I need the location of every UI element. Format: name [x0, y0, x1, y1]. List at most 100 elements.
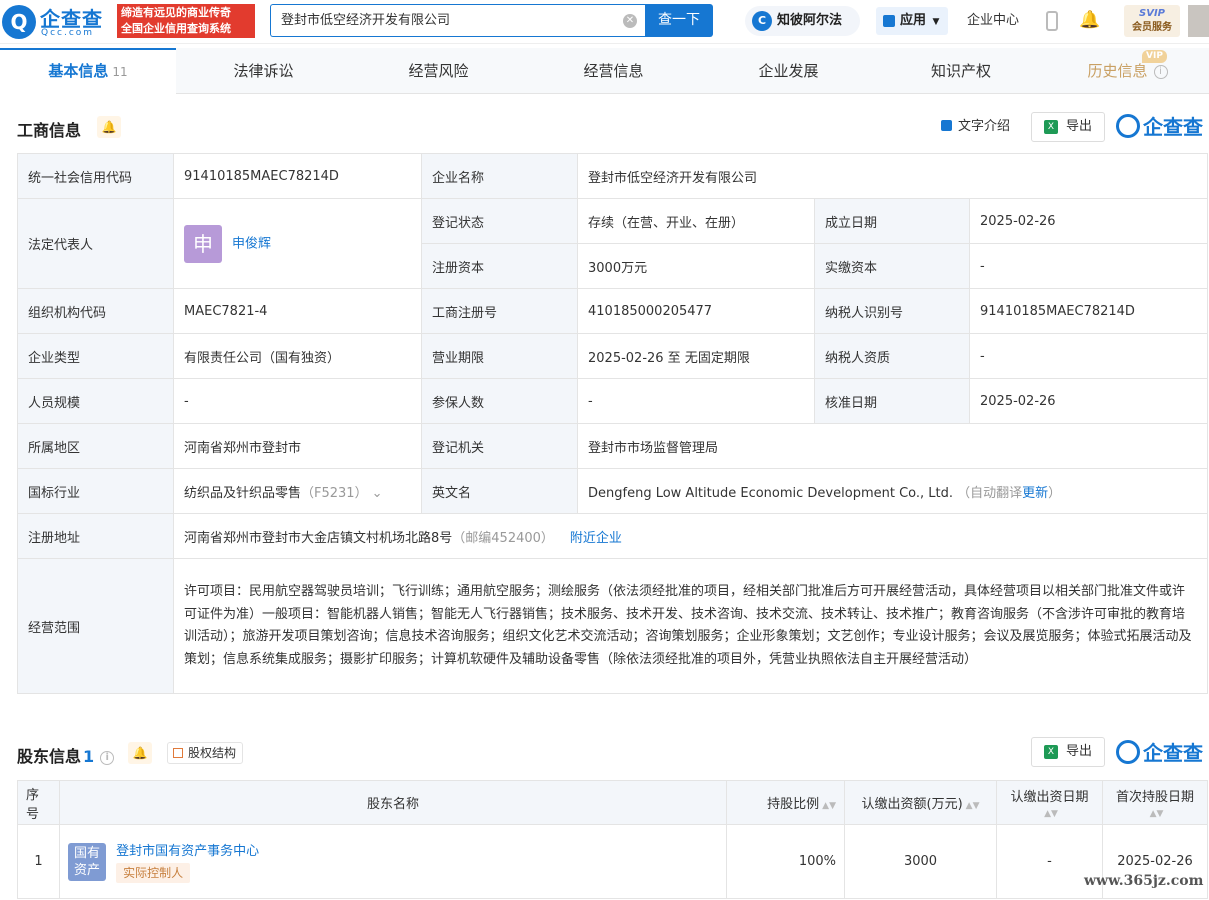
table-row: 组织机构代码 MAEC7821-4 工商注册号 410185000205477 … — [17, 288, 1209, 334]
brand-name: 企查查 — [1143, 115, 1203, 139]
english-name-value: Dengfeng Low Altitude Economic Developme… — [588, 485, 953, 501]
table-header-row: 序号 股东名称 持股比例 ▲▼ 认缴出资额(万元) ▲▼ 认缴出资日期▲▼ 首次持股… — [17, 780, 1208, 825]
apps-menu[interactable]: 应用 ▼ — [876, 7, 948, 35]
english-name-cell: Dengfeng Low Altitude Economic Developme… — [576, 468, 1209, 514]
address-cell: 河南省郑州市登封市大金店镇文村机场北路8号（邮编452400） 附近企业 — [172, 513, 1209, 559]
bell-icon[interactable]: 🔔 — [128, 742, 152, 764]
badge-line1: 国有 — [73, 845, 100, 861]
apps-icon — [883, 15, 895, 27]
table-row: 统一社会信用代码 91410185MAEC78214D 企业名称 登封市低空经济… — [17, 153, 1209, 199]
qcc-brand-icon — [1116, 114, 1140, 138]
tab-label: 基本信息 — [48, 62, 109, 80]
enterprise-center-link[interactable]: 企业中心 — [967, 0, 1019, 42]
chevron-down-icon[interactable]: ⌄ — [372, 486, 383, 501]
export-label: 导出 — [1066, 119, 1093, 134]
reg-capital-value: 3000万元 — [577, 243, 815, 289]
export-button[interactable]: X 导出 — [1031, 737, 1105, 767]
table-row: 国标行业 纺织品及针织品零售（F5231） ⌄ 英文名 Dengfeng Low … — [17, 468, 1209, 514]
est-date-label: 成立日期 — [814, 198, 970, 244]
tab-history[interactable]: 历史信息 i — [1046, 48, 1209, 94]
export-label: 导出 — [1066, 744, 1093, 759]
zhibi-icon: C — [752, 11, 772, 31]
shareholders-title: 股东信息 1 i — [17, 743, 115, 767]
approval-date-label: 核准日期 — [814, 378, 970, 424]
est-date-value: 2025-02-26 — [968, 198, 1209, 244]
table-row: 经营范围 许可项目：民用航空器驾驶员培训；飞行训练；通用航空服务；测绘服务（依法… — [17, 558, 1209, 694]
zhibi-label: 知彼阿尔法 — [777, 13, 843, 28]
industry-label: 国标行业 — [17, 468, 174, 514]
mobile-icon[interactable] — [1046, 11, 1058, 31]
svip-button[interactable]: SVIP 会员服务 — [1124, 5, 1180, 37]
clear-icon[interactable]: ✕ — [623, 14, 637, 28]
update-link[interactable]: 更新 — [1022, 486, 1048, 501]
notification-icon[interactable]: 🔔 — [1079, 10, 1100, 30]
biz-reg-no-label: 工商注册号 — [421, 288, 578, 334]
logo-domain: Qcc.com — [41, 28, 95, 38]
col-amount[interactable]: 认缴出资额(万元) ▲▼ — [844, 780, 997, 825]
qcc-logo[interactable]: Q 企查查 Qcc.com — [2, 3, 114, 39]
col-date[interactable]: 认缴出资日期 ▲▼ — [996, 780, 1103, 825]
export-button[interactable]: X 导出 — [1031, 112, 1105, 142]
search-button[interactable]: 查一下 — [645, 4, 713, 37]
shareholder-name-link[interactable]: 登封市国有资产事务中心 — [116, 841, 259, 863]
table-row: 所属地区 河南省郑州市登封市 登记机关 登封市市场监督管理局 — [17, 423, 1209, 469]
legal-rep-link[interactable]: 申俊辉 — [232, 236, 271, 251]
qcc-brand-logo: 企查查 — [1116, 740, 1203, 766]
reg-status-value: 存续（在营、开业、在册） — [577, 198, 815, 244]
apps-label: 应用 — [900, 13, 927, 28]
region-value: 河南省郑州市登封市 — [173, 423, 422, 469]
biz-reg-no-value: 410185000205477 — [577, 288, 815, 334]
table-row: 企业类型 有限责任公司（国有独资） 营业期限 2025-02-26 至 无固定期… — [17, 333, 1209, 379]
tab-basic-info[interactable]: 基本信息 11 — [0, 48, 176, 94]
table-row: 法定代表人 申申俊辉 登记状态 存续（在营、开业、在册） 成立日期 2025-0… — [17, 198, 1209, 289]
col-name: 股东名称 — [59, 780, 727, 825]
col-first-date[interactable]: 首次持股日期 ▲▼ — [1102, 780, 1208, 825]
taxpayer-id-label: 纳税人识别号 — [814, 288, 970, 334]
zhibi-alpha-button[interactable]: C 知彼阿尔法 — [745, 6, 860, 36]
reg-capital-label: 注册资本 — [421, 243, 578, 289]
sort-icon: ▲▼ — [1149, 808, 1164, 819]
user-avatar[interactable] — [1188, 5, 1209, 37]
shareholding-ratio: 100% — [726, 824, 845, 899]
taxpayer-id-value: 91410185MAEC78214D — [968, 288, 1209, 334]
company-type-label: 企业类型 — [17, 333, 174, 379]
text-intro-link[interactable]: 文字介绍 — [941, 117, 1010, 137]
col-date-label: 认缴出资日期 — [1010, 789, 1089, 805]
company-name-label: 企业名称 — [421, 153, 578, 199]
credit-code-label: 统一社会信用代码 — [17, 153, 174, 199]
equity-structure-label: 股权结构 — [188, 746, 237, 760]
brand-name: 企查查 — [1143, 741, 1203, 765]
caret-down-icon: ▼ — [932, 17, 940, 27]
tab-development[interactable]: 企业发展 — [701, 48, 876, 94]
sort-icon: ▲▼ — [822, 801, 836, 811]
col-no: 序号 — [17, 780, 60, 825]
sort-icon: ▲▼ — [965, 801, 980, 811]
equity-structure-icon — [173, 748, 183, 758]
table-row: 人员规模 - 参保人数 - 核准日期 2025-02-26 — [17, 378, 1209, 424]
tab-legal[interactable]: 法律诉讼 — [176, 48, 351, 94]
region-label: 所属地区 — [17, 423, 174, 469]
business-info-title: 工商信息 — [17, 121, 82, 140]
address-value: 河南省郑州市登封市大金店镇文村机场北路8号 — [184, 530, 453, 546]
industry-cell[interactable]: 纺织品及针织品零售（F5231） ⌄ — [173, 468, 422, 514]
company-name-value: 登封市低空经济开发有限公司 — [576, 153, 1209, 199]
search-input[interactable]: 登封市低空经济开发有限公司 ✕ — [270, 4, 645, 37]
nearby-companies-link[interactable]: 附近企业 — [570, 531, 622, 546]
staff-size-value: - — [173, 378, 422, 424]
postcode: （邮编452400） — [452, 530, 554, 546]
main-tabs: 基本信息 11 法律诉讼 经营风险 经营信息 企业发展 知识产权 历史信息 i — [0, 48, 1209, 94]
tab-operation[interactable]: 经营信息 — [526, 48, 701, 94]
qcc-logo-icon: Q — [2, 5, 36, 39]
col-ratio[interactable]: 持股比例 ▲▼ — [726, 780, 845, 825]
bell-icon[interactable]: 🔔 — [97, 116, 121, 138]
equity-structure-button[interactable]: 股权结构 — [167, 742, 244, 764]
info-icon: i — [1153, 64, 1168, 79]
industry-value: 纺织品及针织品零售 — [184, 485, 302, 501]
taxpayer-qual-value: - — [968, 333, 1209, 379]
biz-term-value: 2025-02-26 至 无固定期限 — [577, 333, 815, 379]
shareholders-table: 序号 股东名称 持股比例 ▲▼ 认缴出资额(万元) ▲▼ 认缴出资日期▲▼ 首次持股… — [17, 780, 1208, 899]
tab-risk[interactable]: 经营风险 — [351, 48, 526, 94]
tab-ip[interactable]: 知识产权 — [876, 48, 1046, 94]
qcc-brand-icon — [1116, 740, 1140, 764]
legal-rep-avatar[interactable]: 申 — [184, 224, 222, 263]
